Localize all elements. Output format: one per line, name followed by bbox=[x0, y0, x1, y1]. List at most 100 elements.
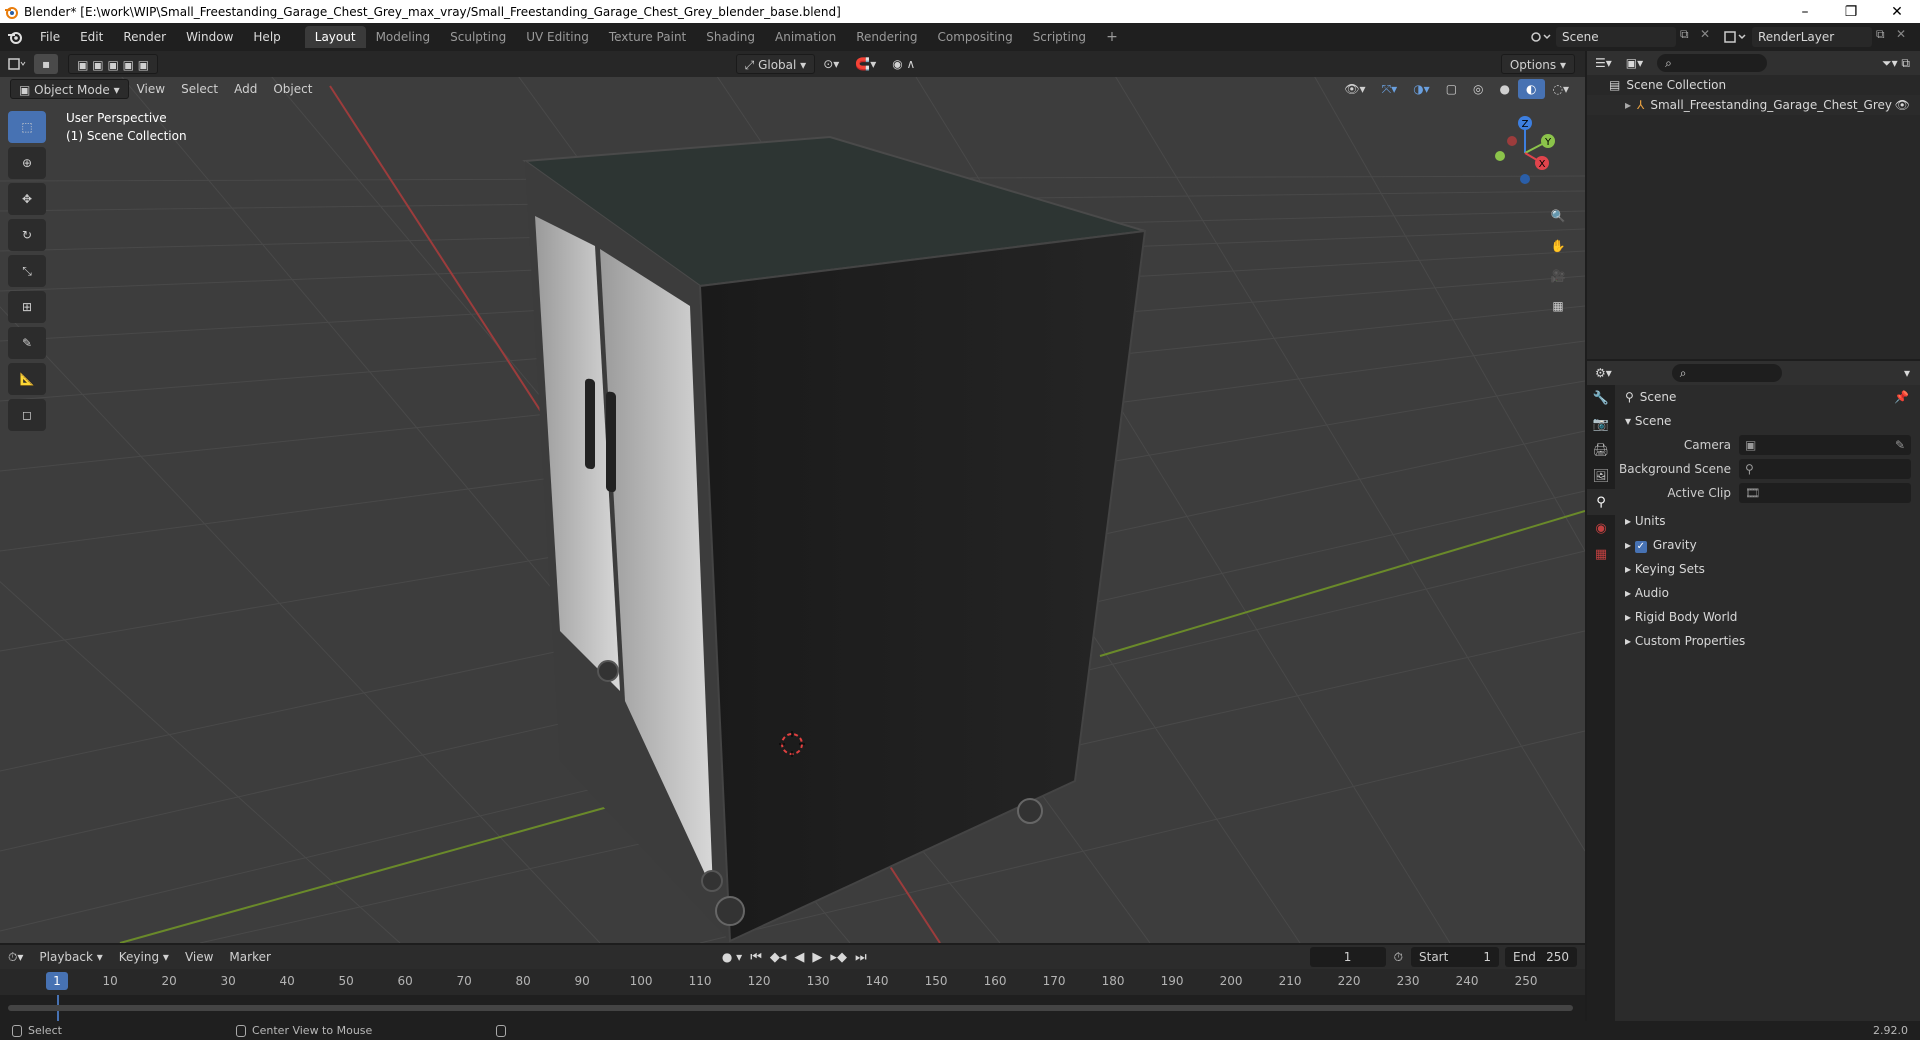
view-layer-tab-icon[interactable]: 🖼 bbox=[1587, 463, 1615, 489]
preview-range-icon[interactable]: ⏱ bbox=[1386, 950, 1411, 965]
menu-select[interactable]: Select bbox=[173, 79, 226, 99]
scene-selector-icon[interactable] bbox=[1528, 27, 1552, 47]
outliner-item[interactable]: ▸ ⅄ Small_Freestanding_Garage_Chest_Grey… bbox=[1587, 95, 1920, 115]
visibility-eye-icon[interactable]: 👁 bbox=[1895, 95, 1910, 115]
outliner-scene-collection[interactable]: ▤ Scene Collection bbox=[1587, 75, 1920, 95]
solid-shading-icon[interactable]: ● bbox=[1492, 79, 1518, 99]
pin-icon[interactable]: 📌 bbox=[1894, 385, 1909, 409]
marker-menu[interactable]: Marker bbox=[221, 947, 278, 967]
gravity-checkbox[interactable]: ✓ bbox=[1634, 541, 1647, 553]
pivot-point-icon[interactable]: ⊙▾ bbox=[815, 54, 847, 74]
maximize-button[interactable]: ❐ bbox=[1828, 4, 1874, 20]
menu-add[interactable]: Add bbox=[226, 79, 265, 99]
annotate-tool-icon[interactable]: ✎ bbox=[8, 327, 46, 359]
tab-uv-editing[interactable]: UV Editing bbox=[516, 26, 599, 48]
tab-sculpting[interactable]: Sculpting bbox=[440, 26, 516, 48]
delete-layer-icon[interactable]: ✕ bbox=[1896, 27, 1906, 41]
keying-sets-section[interactable]: ▸ Keying Sets bbox=[1619, 557, 1919, 581]
pan-hand-icon[interactable]: ✋ bbox=[1545, 233, 1571, 259]
minimize-button[interactable]: – bbox=[1782, 4, 1828, 20]
start-frame-field[interactable]: Start 1 bbox=[1411, 947, 1499, 967]
measure-tool-icon[interactable]: 📐 bbox=[8, 363, 46, 395]
properties-editor-icon[interactable]: ⚙▾ bbox=[1595, 366, 1612, 380]
gravity-section[interactable]: ▸ ✓ Gravity bbox=[1619, 533, 1919, 557]
tab-compositing[interactable]: Compositing bbox=[927, 26, 1022, 48]
tab-animation[interactable]: Animation bbox=[765, 26, 846, 48]
render-layer-field[interactable]: RenderLayer bbox=[1752, 27, 1872, 47]
material-shading-icon[interactable]: ◐ bbox=[1518, 79, 1545, 99]
proportional-editing-icon[interactable]: ◉ ∧ bbox=[884, 54, 923, 74]
cursor-tool-icon[interactable]: ⊕ bbox=[8, 147, 46, 179]
custom-properties-section[interactable]: ▸ Custom Properties bbox=[1619, 629, 1919, 653]
timeline-track[interactable] bbox=[0, 995, 1585, 1021]
tab-modeling[interactable]: Modeling bbox=[366, 26, 441, 48]
menu-view[interactable]: View bbox=[129, 79, 173, 99]
timeline-editor-icon[interactable]: ⏱▾ bbox=[0, 950, 31, 965]
prev-keyframe-icon[interactable]: ◆◂ bbox=[766, 950, 791, 965]
move-tool-icon[interactable]: ✥ bbox=[8, 183, 46, 215]
next-keyframe-icon[interactable]: ▸◆ bbox=[826, 950, 851, 965]
rigid-body-world-section[interactable]: ▸ Rigid Body World bbox=[1619, 605, 1919, 629]
blender-menu-icon[interactable] bbox=[0, 29, 30, 45]
menu-render[interactable]: Render bbox=[113, 23, 176, 51]
delete-scene-icon[interactable]: ✕ bbox=[1700, 27, 1710, 41]
panel-options-icon[interactable]: ▾ bbox=[1904, 366, 1910, 380]
overlay-toggle-icon[interactable]: ◑▾ bbox=[1405, 79, 1438, 99]
select-mode-icon[interactable]: ▪ bbox=[34, 54, 59, 74]
add-workspace-icon[interactable]: + bbox=[1096, 26, 1128, 48]
new-layer-icon[interactable]: ⧉ bbox=[1876, 27, 1885, 42]
eyedropper-icon[interactable]: ✎ bbox=[1895, 433, 1905, 457]
background-scene-field[interactable]: ⚲ bbox=[1739, 459, 1911, 479]
perspective-toggle-icon[interactable]: ▦ bbox=[1545, 293, 1571, 319]
scene-name-field[interactable]: Scene bbox=[1556, 27, 1676, 47]
scene-tab-icon[interactable]: ⚲ bbox=[1587, 489, 1615, 515]
3d-viewport[interactable]: ▪ ▣ ▣ ▣ ▣ ▣ ⤢ Global ▾ ⊙▾ 🧲▾ ◉ ∧ Options… bbox=[0, 51, 1585, 943]
filter-icon[interactable]: ⏷▾ ⧉ bbox=[1882, 56, 1910, 71]
play-reverse-icon[interactable]: ◀ bbox=[790, 950, 808, 965]
timeline-ruler[interactable]: 1 10 20 30 40 50 60 70 80 90 100 110 120 130 140 150 160… bbox=[0, 969, 1585, 995]
wireframe-shading-icon[interactable]: ◎ bbox=[1465, 79, 1491, 99]
properties-search-input[interactable]: ⌕ bbox=[1671, 364, 1782, 382]
zoom-icon[interactable]: 🔍 bbox=[1545, 203, 1571, 229]
units-section[interactable]: ▸ Units bbox=[1619, 509, 1919, 533]
menu-window[interactable]: Window bbox=[176, 23, 243, 51]
scene-section-header[interactable]: ▾ Scene bbox=[1619, 409, 1919, 433]
xray-toggle-icon[interactable]: ▢ bbox=[1438, 79, 1465, 99]
texture-tab-icon[interactable]: ▦ bbox=[1587, 541, 1615, 567]
gizmo-toggle-icon[interactable]: ⤧▾ bbox=[1374, 79, 1406, 99]
jump-end-icon[interactable]: ⏭ bbox=[851, 950, 871, 965]
options-dropdown[interactable]: Options ▾ bbox=[1500, 54, 1576, 74]
menu-help[interactable]: Help bbox=[243, 23, 290, 51]
visibility-icon[interactable]: 👁▾ bbox=[1336, 79, 1373, 99]
jump-start-icon[interactable]: ⏮ bbox=[746, 950, 766, 965]
editor-type-icon[interactable] bbox=[0, 56, 34, 72]
menu-file[interactable]: File bbox=[30, 23, 70, 51]
camera-field[interactable]: ▣ ✎ bbox=[1739, 435, 1911, 455]
playhead-frame-indicator[interactable]: 1 bbox=[46, 972, 68, 990]
active-clip-field[interactable]: 🎞 bbox=[1739, 483, 1911, 503]
select-box-tool-icon[interactable]: ⬚ bbox=[8, 111, 46, 143]
object-mode-dropdown[interactable]: ▣ Object Mode ▾ bbox=[10, 79, 129, 99]
snapping-icon[interactable]: 🧲▾ bbox=[847, 54, 884, 74]
playback-menu[interactable]: Playback ▾ bbox=[31, 947, 110, 967]
garage-chest-model[interactable] bbox=[522, 135, 1147, 943]
keying-menu[interactable]: Keying ▾ bbox=[111, 947, 177, 967]
timeline-scrollbar[interactable] bbox=[8, 1005, 1573, 1011]
new-scene-icon[interactable]: ⧉ bbox=[1680, 27, 1689, 42]
outliner-editor-icon[interactable]: ☰▾ bbox=[1595, 56, 1612, 70]
add-cube-tool-icon[interactable]: ◻ bbox=[8, 399, 46, 431]
camera-view-icon[interactable]: 🎥 bbox=[1545, 263, 1571, 289]
tab-texture-paint[interactable]: Texture Paint bbox=[599, 26, 696, 48]
transform-tool-icon[interactable]: ⊞ bbox=[8, 291, 46, 323]
current-frame-field[interactable]: 1 bbox=[1309, 947, 1386, 967]
tab-layout[interactable]: Layout bbox=[304, 26, 366, 48]
tab-scripting[interactable]: Scripting bbox=[1023, 26, 1096, 48]
render-tab-icon[interactable]: 📷 bbox=[1587, 411, 1615, 437]
record-icon[interactable]: ● ▾ bbox=[718, 950, 746, 964]
outliner-search-input[interactable]: ⌕ bbox=[1657, 54, 1768, 72]
navigation-gizmo[interactable]: Z Y X bbox=[1490, 111, 1560, 191]
display-mode-icon[interactable]: ▣▾ bbox=[1626, 56, 1643, 70]
expand-chevron-icon[interactable]: ▸ bbox=[1625, 95, 1631, 115]
world-tab-icon[interactable]: ◉ bbox=[1587, 515, 1615, 541]
output-tab-icon[interactable]: 🖨 bbox=[1587, 437, 1615, 463]
